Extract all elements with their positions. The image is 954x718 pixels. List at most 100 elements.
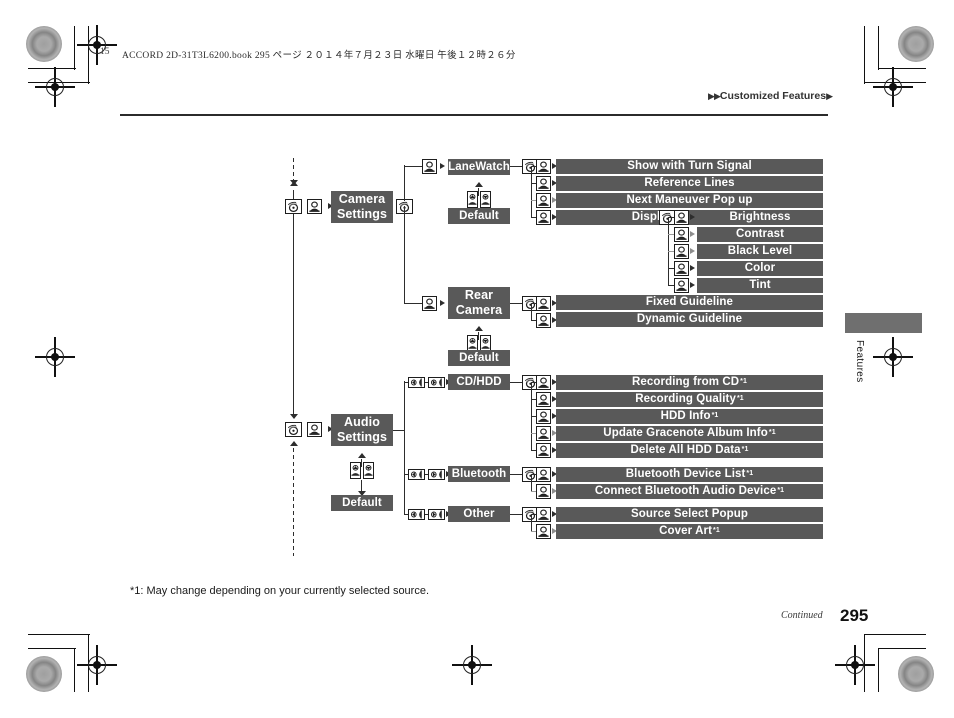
- enter-button-icon[interactable]: [536, 523, 551, 539]
- node-label: Brightness: [729, 210, 791, 223]
- menu-item-bluetooth-0[interactable]: Bluetooth Device List *1: [556, 466, 823, 482]
- node-label: Rear: [464, 288, 494, 302]
- rear-camera-default-node[interactable]: Default: [448, 350, 510, 366]
- up-button-icon[interactable]: [467, 191, 478, 208]
- connector-line: [531, 474, 533, 491]
- rear-camera-node[interactable]: Rear Camera: [448, 287, 510, 319]
- page-number: 295: [840, 606, 869, 625]
- enter-button-icon[interactable]: [536, 442, 551, 458]
- enter-button-icon[interactable]: [536, 425, 551, 441]
- connector-line: [404, 381, 406, 515]
- menu-item-dynamic-guideline[interactable]: Dynamic Guideline: [556, 312, 823, 327]
- menu-item-cd-hdd-3[interactable]: Update Gracenote Album Info *1: [556, 425, 823, 441]
- audio-settings-node[interactable]: Audio Settings: [331, 414, 393, 446]
- menu-group-bluetooth[interactable]: Bluetooth: [448, 466, 510, 482]
- menu-item-bluetooth-1[interactable]: Connect Bluetooth Audio Device *1: [556, 483, 823, 499]
- enter-button-icon[interactable]: [674, 209, 689, 225]
- connector-line: [510, 474, 522, 476]
- enter-button-icon[interactable]: [536, 312, 551, 328]
- arrow-up-icon: [289, 181, 298, 186]
- enter-button-icon[interactable]: [536, 391, 551, 407]
- audio-default-node[interactable]: Default: [331, 495, 393, 511]
- menu-item-display-4[interactable]: Tint: [697, 277, 823, 293]
- enter-button-icon[interactable]: [536, 374, 551, 390]
- menu-item-fixed-guideline[interactable]: Fixed Guideline: [556, 295, 823, 310]
- registration-crosshair: [35, 67, 75, 107]
- crop-rule: [878, 648, 880, 692]
- enter-button-icon[interactable]: [536, 192, 551, 208]
- rotary-knob-icon[interactable]: [285, 199, 302, 214]
- node-label: Reference Lines: [644, 177, 735, 189]
- left-button-icon[interactable]: [408, 468, 425, 480]
- registration-crosshair: [873, 67, 913, 107]
- manual-page: 15 ACCORD 2D-31T3L6200.book 295 ページ ２０１４…: [0, 0, 954, 718]
- connector-line: [531, 303, 533, 320]
- enter-button-icon[interactable]: [422, 159, 437, 174]
- connector-line: [510, 303, 522, 305]
- crop-rule: [74, 648, 76, 692]
- menu-item-other-0[interactable]: Source Select Popup: [556, 506, 823, 522]
- running-head-label: Customized Features: [719, 90, 827, 102]
- connector-line: [531, 166, 533, 218]
- down-button-icon[interactable]: [363, 462, 374, 479]
- enter-button-icon[interactable]: [307, 199, 322, 214]
- menu-item-cd-hdd-1[interactable]: Recording Quality *1: [556, 391, 823, 407]
- camera-settings-node[interactable]: Camera Settings: [331, 191, 393, 223]
- left-button-icon[interactable]: [408, 508, 425, 520]
- node-label: Update Gracenote Album Info: [603, 426, 768, 439]
- menu-item-reference-lines[interactable]: Reference Lines: [556, 176, 823, 191]
- node-label: Default: [342, 496, 382, 509]
- enter-button-icon[interactable]: [674, 226, 689, 242]
- triangle-left-icon: ▶▶: [708, 91, 721, 101]
- enter-button-icon[interactable]: [674, 277, 689, 293]
- menu-item-display-1[interactable]: Contrast: [697, 226, 823, 242]
- node-label: Dynamic Guideline: [636, 313, 743, 325]
- node-label: Black Level: [727, 244, 793, 257]
- arrow-right-icon: [690, 230, 695, 237]
- menu-item-display-0[interactable]: Brightness: [697, 209, 823, 225]
- lanewatch-default-node[interactable]: Default: [448, 208, 510, 224]
- enter-button-icon[interactable]: [536, 466, 551, 482]
- enter-button-icon[interactable]: [422, 296, 437, 311]
- arrow-right-icon: [440, 162, 445, 169]
- menu-group-other[interactable]: Other: [448, 506, 510, 522]
- arrow-right-icon: [690, 264, 695, 271]
- left-button-icon[interactable]: [408, 376, 425, 388]
- enter-button-icon[interactable]: [536, 209, 551, 225]
- down-button-icon[interactable]: [480, 191, 491, 208]
- lanewatch-node[interactable]: LaneWatch: [448, 159, 510, 175]
- node-label: Other: [463, 507, 495, 520]
- registration-patch-top-right: [898, 26, 934, 62]
- enter-button-icon[interactable]: [536, 159, 551, 174]
- enter-button-icon[interactable]: [536, 483, 551, 499]
- menu-item-show-turn-signal[interactable]: Show with Turn Signal: [556, 159, 823, 174]
- crop-rule: [864, 26, 866, 84]
- menu-item-next-maneuver[interactable]: Next Maneuver Pop up: [556, 193, 823, 208]
- registration-patch-bottom-left: [26, 656, 62, 692]
- crop-rule: [28, 648, 76, 650]
- enter-button-icon[interactable]: [536, 408, 551, 424]
- menu-item-cd-hdd-4[interactable]: Delete All HDD Data *1: [556, 442, 823, 458]
- menu-item-display-2[interactable]: Black Level: [697, 243, 823, 259]
- menu-group-cd-hdd[interactable]: CD/HDD: [448, 374, 510, 390]
- menu-item-cd-hdd-0[interactable]: Recording from CD *1: [556, 374, 823, 390]
- enter-button-icon[interactable]: [536, 175, 551, 191]
- arrow-down-icon: [289, 414, 298, 419]
- right-button-icon[interactable]: [428, 508, 445, 520]
- menu-item-cd-hdd-2[interactable]: HDD Info *1: [556, 408, 823, 424]
- enter-button-icon[interactable]: [536, 506, 551, 522]
- node-label: Bluetooth Device List: [625, 467, 746, 480]
- enter-button-icon[interactable]: [536, 296, 551, 311]
- up-button-icon[interactable]: [350, 462, 361, 479]
- right-button-icon[interactable]: [428, 468, 445, 480]
- menu-item-other-1[interactable]: Cover Art *1: [556, 523, 823, 539]
- enter-button-icon[interactable]: [674, 243, 689, 259]
- section-tab-label: Features: [854, 340, 865, 383]
- enter-button-icon[interactable]: [307, 422, 322, 437]
- registration-patch-top-left: [26, 26, 62, 62]
- menu-item-display-3[interactable]: Color: [697, 260, 823, 276]
- rotary-knob-icon[interactable]: [285, 422, 302, 437]
- enter-button-icon[interactable]: [674, 260, 689, 276]
- right-button-icon[interactable]: [428, 376, 445, 388]
- node-label: LaneWatch: [448, 160, 510, 173]
